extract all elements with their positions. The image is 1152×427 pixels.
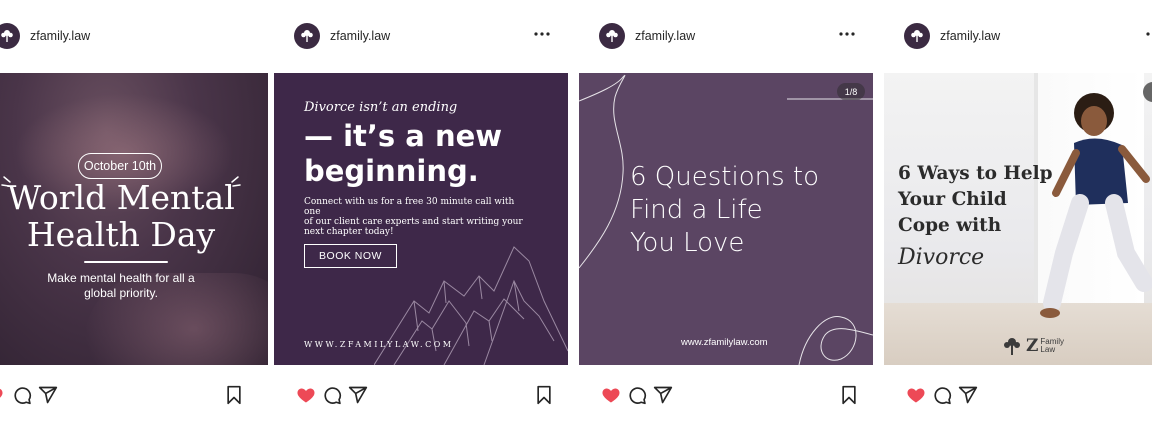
subtitle-line: global priority. <box>84 286 158 300</box>
post-website: www.zfamilylaw.com <box>681 337 768 348</box>
post-actions <box>0 383 248 409</box>
post-subtitle: Make mental health for all a global prio… <box>0 271 268 301</box>
post-intro: Divorce isn’t an ending <box>304 100 458 115</box>
bookmark-icon[interactable] <box>837 383 861 407</box>
post-actions <box>294 383 551 409</box>
paper-plane-icon[interactable] <box>36 383 60 407</box>
paper-plane-icon[interactable] <box>346 383 370 407</box>
post-username[interactable]: zfamily.law <box>330 29 390 43</box>
post-header: zfamily.law <box>904 22 1152 50</box>
post-username[interactable]: zfamily.law <box>635 29 695 43</box>
post-headline: — it’s a new beginning. <box>304 119 502 189</box>
subtitle-line: Make mental health for all a <box>47 271 195 285</box>
paper-plane-icon[interactable] <box>651 383 675 407</box>
heart-icon[interactable] <box>0 383 6 407</box>
post-username[interactable]: zfamily.law <box>940 29 1000 43</box>
post-actions <box>904 383 1152 409</box>
brand-logo: Z Family Law <box>1001 336 1064 356</box>
headline-line: beginning. <box>304 154 479 188</box>
title-underline <box>84 261 168 263</box>
tree-logo-icon <box>1004 338 1020 355</box>
post-card: zfamily.law Divorce isn’t an ending — it… <box>274 0 568 427</box>
post-title: 6 Ways to Help Your Child Cope with <box>898 161 1053 239</box>
post-image[interactable]: October 10th World Mental Health Day Mak… <box>0 73 268 365</box>
post-title-line: World Mental <box>7 178 235 217</box>
headline-line: — it’s a new <box>304 119 503 153</box>
post-card: zfamily.law October 10th World Mental He… <box>0 0 268 427</box>
post-image[interactable]: 6 Ways to Help Your Child Cope with Divo… <box>884 73 1152 365</box>
title-line: 6 Ways to Help <box>898 163 1053 184</box>
post-title: 6 Questions to Find a Life You Love <box>630 161 819 260</box>
post-header: zfamily.law <box>0 22 268 50</box>
more-horizontal-icon[interactable] <box>1144 24 1152 44</box>
post-image[interactable]: 1/8 6 Questions to Find a Life You Love … <box>579 73 873 365</box>
title-line: Find a Life <box>630 195 763 225</box>
comment-icon[interactable] <box>625 383 649 407</box>
post-username[interactable]: zfamily.law <box>30 29 90 43</box>
heart-icon[interactable] <box>599 383 623 407</box>
slide-counter: 1/8 <box>837 83 865 100</box>
heart-icon[interactable] <box>294 383 318 407</box>
heart-icon[interactable] <box>904 383 928 407</box>
post-actions <box>599 383 856 409</box>
tree-logo-icon[interactable] <box>904 23 930 49</box>
tree-logo-icon[interactable] <box>0 23 20 49</box>
paper-plane-icon[interactable] <box>956 383 980 407</box>
logo-line: Law <box>1040 345 1056 354</box>
body-line: of our client care experts and start wri… <box>304 217 523 227</box>
tree-logo-icon[interactable] <box>599 23 625 49</box>
post-header: zfamily.law <box>599 22 873 50</box>
title-line: 6 Questions to <box>630 162 820 192</box>
logo-text: Family Law <box>1040 338 1064 354</box>
post-body: Connect with us for a free 30 minute cal… <box>304 197 524 237</box>
title-line: Cope with <box>898 215 1002 236</box>
bookmark-icon[interactable] <box>532 383 556 407</box>
title-line: You Love <box>630 228 745 258</box>
logo-letter: Z <box>1026 336 1039 356</box>
comment-icon[interactable] <box>320 383 344 407</box>
post-script-word: Divorce <box>898 245 985 270</box>
more-horizontal-icon[interactable] <box>532 24 552 44</box>
body-line: Connect with us for a free 30 minute cal… <box>304 197 515 217</box>
post-card: zfamily.law 1/8 6 Questions to Find a Li… <box>579 0 873 427</box>
post-card: zfamily.law 6 Ways to Help Your Child Co… <box>884 0 1152 427</box>
post-website: WWW.ZFAMILYLAW.COM <box>304 340 454 349</box>
tree-logo-icon[interactable] <box>294 23 320 49</box>
title-line: Your Child <box>898 189 1007 210</box>
post-title-line: Health Day <box>26 215 216 254</box>
bookmark-icon[interactable] <box>222 383 246 407</box>
post-image[interactable]: Divorce isn’t an ending — it’s a new beg… <box>274 73 568 365</box>
post-header: zfamily.law <box>294 22 568 50</box>
comment-icon[interactable] <box>930 383 954 407</box>
comment-icon[interactable] <box>10 383 34 407</box>
body-line: next chapter today! <box>304 227 394 237</box>
more-horizontal-icon[interactable] <box>837 24 857 44</box>
